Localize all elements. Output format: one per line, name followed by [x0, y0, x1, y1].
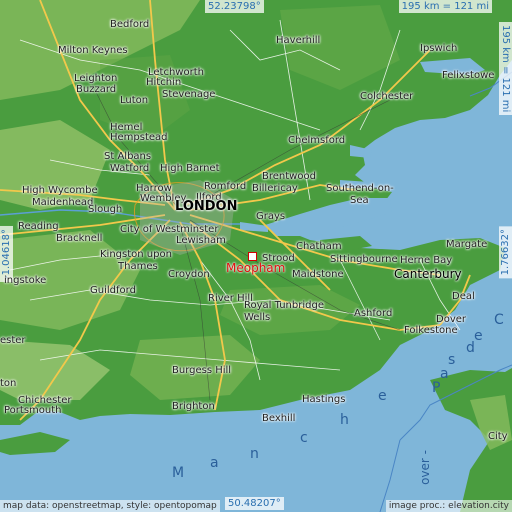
- sea-label-manche-1: M: [172, 465, 185, 481]
- sea-label-manche-6: e: [378, 388, 387, 404]
- place-felixstowe: Felixstowe: [442, 70, 495, 81]
- place-herne-bay: Herne Bay: [400, 255, 453, 266]
- place-slough: Slough: [88, 204, 123, 215]
- place-sittingbourne: Sittingbourne: [330, 254, 398, 265]
- place-dover: Dover: [436, 314, 466, 325]
- place-billericay: Billericay: [252, 183, 298, 194]
- place-hitchin: Hitchin: [146, 77, 182, 88]
- place-ashford: Ashford: [354, 308, 393, 319]
- place-bexhill: Bexhill: [262, 413, 296, 424]
- attribution-map-data: map data: openstreetmap, style: opentopo…: [0, 500, 220, 512]
- coord-bottom-readout: 50.48207°: [225, 497, 284, 510]
- place-guildford: Guildford: [90, 285, 136, 296]
- place-ton: ton: [0, 378, 17, 389]
- place-chelmsford: Chelmsford: [288, 135, 346, 146]
- place-luton: Luton: [120, 95, 149, 106]
- place-ester: ester: [0, 335, 26, 346]
- place-bedford: Bedford: [110, 19, 150, 30]
- scale-bar-horizontal: 195 km = 121 mi: [398, 0, 492, 13]
- location-marker-icon[interactable]: [248, 252, 257, 261]
- place-chatham: Chatham: [296, 241, 342, 252]
- target-place-label: Meopham: [226, 261, 286, 275]
- place-basingstoke: ingstoke: [4, 275, 47, 286]
- place-lewisham: Lewisham: [176, 235, 226, 246]
- place-wells: Wells: [244, 312, 271, 323]
- place-buzzard: Buzzard: [76, 84, 117, 95]
- place-hempstead: Hempstead: [110, 132, 168, 143]
- place-milton-keynes: Milton Keynes: [58, 45, 128, 56]
- place-hastings: Hastings: [302, 394, 346, 405]
- place-leighton: Leighton: [74, 73, 118, 84]
- place-canterbury: Canterbury: [394, 267, 462, 281]
- place-ipswich: Ipswich: [420, 43, 458, 54]
- place-st-albans: St Albans: [104, 151, 152, 162]
- scale-bar-vertical: 195 km = 121 mi: [499, 22, 512, 116]
- place-deal: Deal: [452, 291, 475, 302]
- place-watford: Watford: [110, 163, 150, 174]
- sea-label-pas-de-calais-1: P: [432, 380, 441, 396]
- place-high-wycombe: High Wycombe: [22, 185, 98, 196]
- place-city: City: [488, 431, 508, 442]
- coord-top-readout: 52.23798°: [205, 0, 264, 13]
- place-maidstone: Maidstone: [292, 269, 344, 280]
- place-brighton: Brighton: [172, 401, 215, 412]
- place-maidenhead: Maidenhead: [32, 197, 94, 208]
- sea-label-dover-strait: over -: [418, 450, 432, 485]
- place-portsmouth: Portsmouth: [4, 405, 62, 416]
- place-croydon: Croydon: [168, 269, 210, 280]
- sea-label-manche-5: h: [340, 412, 349, 428]
- place-haverhill: Haverhill: [276, 35, 321, 46]
- place-margate: Margate: [446, 239, 488, 250]
- coord-right-readout: 1.76632°: [499, 226, 512, 279]
- sea-label-pas-de-calais-6: e: [474, 328, 483, 344]
- sea-label-pas-de-calais-8: C: [494, 312, 504, 328]
- sea-label-pas-de-calais-2: a: [440, 366, 449, 382]
- place-burgess-hill: Burgess Hill: [172, 365, 232, 376]
- place-grays: Grays: [256, 211, 286, 222]
- place-reading: Reading: [18, 221, 59, 232]
- place-southend: Southend-on-: [326, 183, 394, 194]
- place-city-westminster: City of Westminster: [120, 224, 219, 235]
- sea-label-manche-3: n: [250, 446, 259, 462]
- place-colchester: Colchester: [360, 91, 414, 102]
- place-brentwood: Brentwood: [262, 171, 316, 182]
- place-folkestone: Folkestone: [404, 325, 458, 336]
- sea-label-pas-de-calais-3: s: [448, 352, 456, 368]
- place-romford: Romford: [204, 181, 247, 192]
- place-sea: Sea: [350, 195, 369, 206]
- coord-left-readout: -1.04618°: [0, 226, 13, 282]
- place-london: LONDON: [175, 199, 238, 214]
- place-high-barnet: High Barnet: [160, 163, 220, 174]
- place-royal-tunbridge: Royal Tunbridge: [244, 300, 324, 311]
- place-thames: Thames: [118, 261, 158, 272]
- place-kingston: Kingston upon: [100, 249, 172, 260]
- place-stevenage: Stevenage: [162, 89, 216, 100]
- sea-label-manche-4: c: [300, 430, 308, 446]
- place-bracknell: Bracknell: [56, 233, 103, 244]
- sea-label-manche-2: a: [210, 455, 219, 471]
- attribution-image-proc: image proc.: elevation.city: [385, 500, 512, 512]
